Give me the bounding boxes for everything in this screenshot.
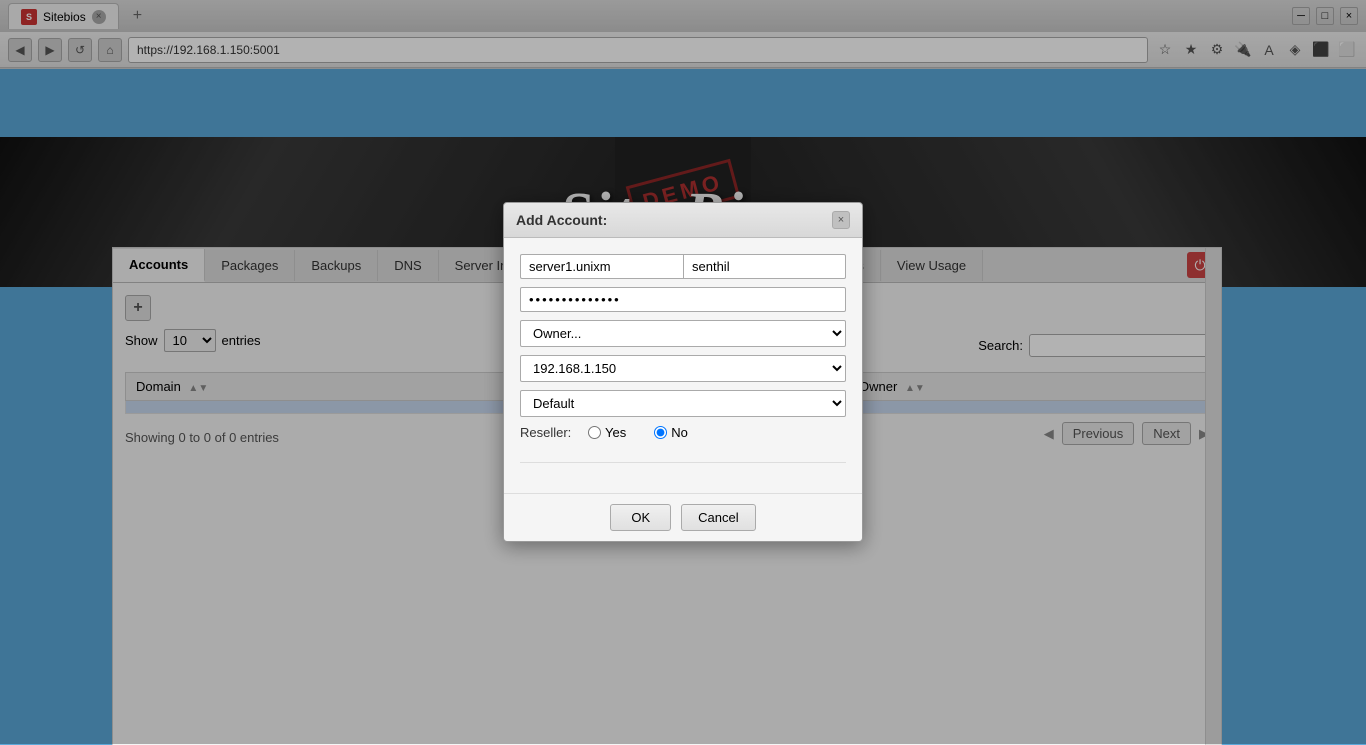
modal-overlay: Add Account: × Owner... 19 bbox=[0, 69, 1366, 744]
modal-body: Owner... 192.168.1.150 Default Reseller:… bbox=[504, 238, 862, 462]
modal-spacer bbox=[504, 463, 862, 493]
reseller-row: Reseller: Yes No bbox=[520, 425, 846, 440]
modal-header: Add Account: × bbox=[504, 203, 862, 238]
reseller-no-radio[interactable] bbox=[654, 426, 667, 439]
reseller-yes-label: Yes bbox=[605, 425, 626, 440]
ok-button[interactable]: OK bbox=[610, 504, 671, 531]
package-select[interactable]: Default bbox=[520, 390, 846, 417]
username-input[interactable] bbox=[683, 254, 846, 279]
owner-select[interactable]: Owner... bbox=[520, 320, 846, 347]
modal-close-button[interactable]: × bbox=[832, 211, 850, 229]
reseller-yes-option[interactable]: Yes bbox=[588, 425, 626, 440]
reseller-label: Reseller: bbox=[520, 425, 580, 440]
add-account-modal: Add Account: × Owner... 19 bbox=[503, 202, 863, 542]
reseller-no-label: No bbox=[671, 425, 688, 440]
password-input[interactable] bbox=[520, 287, 846, 312]
domain-username-row bbox=[520, 254, 846, 279]
modal-title: Add Account: bbox=[516, 212, 607, 228]
reseller-no-option[interactable]: No bbox=[654, 425, 688, 440]
reseller-yes-radio[interactable] bbox=[588, 426, 601, 439]
cancel-button[interactable]: Cancel bbox=[681, 504, 755, 531]
modal-footer: OK Cancel bbox=[504, 493, 862, 541]
domain-input[interactable] bbox=[520, 254, 683, 279]
ip-select[interactable]: 192.168.1.150 bbox=[520, 355, 846, 382]
